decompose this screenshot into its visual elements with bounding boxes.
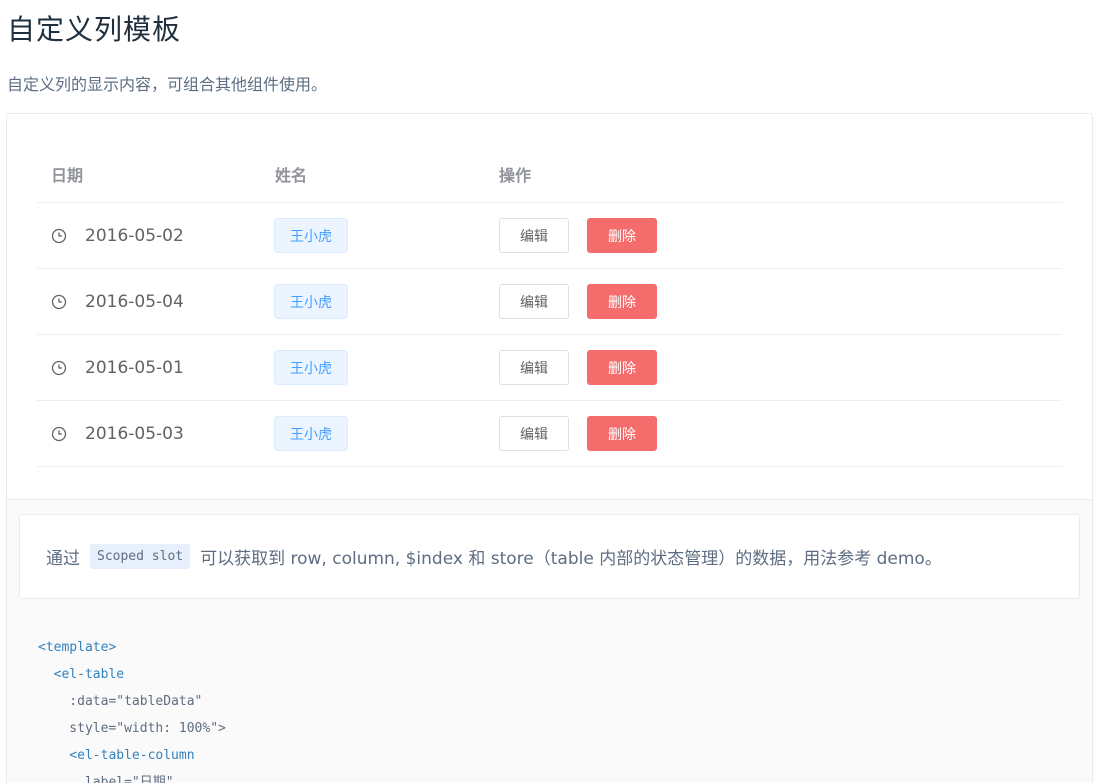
name-tag: 王小虎 xyxy=(274,416,348,451)
delete-button[interactable]: 删除 xyxy=(587,350,657,385)
column-header-date: 日期 xyxy=(51,166,84,185)
code-block: <template> <el-table :data="tableData" s… xyxy=(38,634,226,783)
clock-icon xyxy=(51,294,67,309)
tip-prefix: 通过 xyxy=(46,549,80,569)
code-line: label="日期" xyxy=(38,769,226,783)
code-line: <template> xyxy=(38,640,117,655)
page-title: 自定义列模板 xyxy=(7,13,182,46)
code-string: "width: 100%"> xyxy=(116,721,226,736)
page-description: 自定义列的显示内容，可组合其他组件使用。 xyxy=(7,75,328,94)
table-row: 2016-05-03 王小虎 编辑 删除 xyxy=(37,401,1062,467)
inline-code: Scoped slot xyxy=(90,544,191,569)
name-tag: 王小虎 xyxy=(274,218,348,253)
date-text: 2016-05-01 xyxy=(85,357,184,378)
code-line: style="width: 100%"> xyxy=(38,715,226,742)
table-row: 2016-05-01 王小虎 编辑 删除 xyxy=(37,335,1062,401)
delete-button[interactable]: 删除 xyxy=(587,218,657,253)
date-cell: 2016-05-03 xyxy=(51,401,184,466)
date-text: 2016-05-02 xyxy=(85,225,184,246)
edit-button[interactable]: 编辑 xyxy=(499,218,569,253)
name-tag: 王小虎 xyxy=(274,284,348,319)
delete-button[interactable]: 删除 xyxy=(587,416,657,451)
demo-block: 日期 姓名 操作 2016-05-02 王小虎 编辑 删除 2016-05-04… xyxy=(6,113,1093,783)
table-header: 日期 姓名 操作 xyxy=(37,145,1062,203)
tip-text: 可以获取到 row, column, $index 和 store（table … xyxy=(200,549,942,569)
demo-meta: 通过 Scoped slot 可以获取到 row, column, $index… xyxy=(7,499,1092,783)
date-cell: 2016-05-04 xyxy=(51,269,184,334)
code-string: "tableData" xyxy=(116,694,203,709)
column-header-name: 姓名 xyxy=(275,166,308,185)
table: 日期 姓名 操作 2016-05-02 王小虎 编辑 删除 2016-05-04… xyxy=(37,145,1062,467)
clock-icon xyxy=(51,228,67,243)
code-line: <el-table xyxy=(38,667,125,682)
code-line: :data="tableData" xyxy=(38,688,226,715)
edit-button[interactable]: 编辑 xyxy=(499,284,569,319)
date-cell: 2016-05-01 xyxy=(51,335,184,400)
date-cell: 2016-05-02 xyxy=(51,203,184,268)
code-line: <el-table-column xyxy=(38,748,195,763)
delete-button[interactable]: 删除 xyxy=(587,284,657,319)
column-header-actions: 操作 xyxy=(499,166,532,185)
code-string: "日期" xyxy=(131,775,174,783)
code-attr: style= xyxy=(38,721,117,736)
edit-button[interactable]: 编辑 xyxy=(499,350,569,385)
table-row: 2016-05-02 王小虎 编辑 删除 xyxy=(37,203,1062,269)
date-text: 2016-05-03 xyxy=(85,423,184,444)
date-text: 2016-05-04 xyxy=(85,291,184,312)
code-attr: label= xyxy=(38,775,132,783)
clock-icon xyxy=(51,426,67,441)
name-tag: 王小虎 xyxy=(274,350,348,385)
table-row: 2016-05-04 王小虎 编辑 删除 xyxy=(37,269,1062,335)
code-attr: :data= xyxy=(38,694,117,709)
tip-box: 通过 Scoped slot 可以获取到 row, column, $index… xyxy=(19,514,1080,599)
clock-icon xyxy=(51,360,67,375)
edit-button[interactable]: 编辑 xyxy=(499,416,569,451)
